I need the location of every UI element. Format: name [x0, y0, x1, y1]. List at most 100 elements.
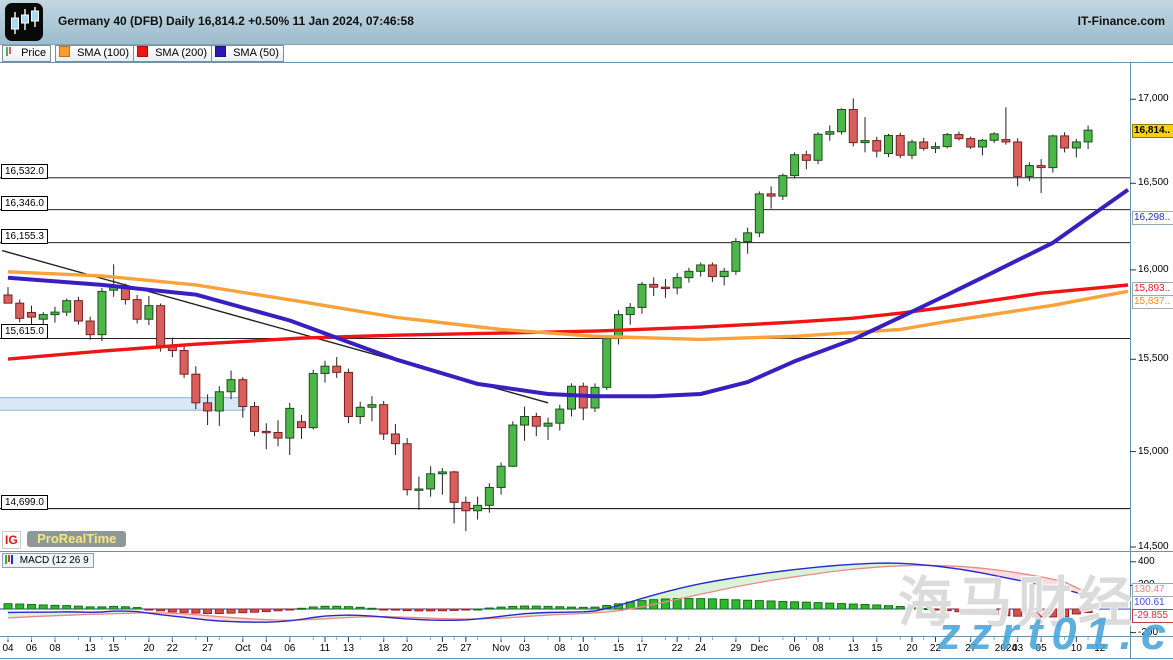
candle-body — [1084, 130, 1092, 142]
legend-sma50-button[interactable]: SMA (50) — [211, 45, 284, 62]
candle-body — [1014, 142, 1022, 177]
prorealtime-logo-text: ProRealTime — [27, 531, 126, 547]
date-tick-label: 25 — [437, 643, 448, 654]
date-tick-label: 06 — [284, 643, 295, 654]
price-tick-label: 16,000 — [1138, 264, 1169, 275]
date-tick-label: 13 — [85, 643, 96, 654]
prorealtime-chart-window: Germany 40 (DFB) Daily 16,814.2 +0.50% 1… — [0, 0, 1173, 660]
date-tick-label: 11 — [320, 643, 330, 654]
candle-body — [98, 291, 106, 334]
legend-price-button[interactable]: Price — [2, 45, 51, 62]
candle-body — [4, 295, 12, 303]
date-tick-label: Nov — [492, 643, 510, 654]
chart-title: Germany 40 (DFB) Daily 16,814.2 +0.50% 1… — [58, 14, 414, 28]
candle-body — [544, 423, 552, 426]
legend-sma100-label: SMA (100) — [77, 47, 129, 59]
candle-body — [955, 135, 963, 139]
candle-body — [873, 141, 881, 151]
macd-histogram-bar — [427, 609, 435, 611]
macd-histogram-bar — [485, 608, 493, 609]
candle-body — [133, 300, 141, 320]
candle-body — [943, 135, 951, 147]
candles-layer — [4, 98, 1092, 531]
header: Germany 40 (DFB) Daily 16,814.2 +0.50% 1… — [0, 0, 1173, 45]
price-tick-label: 15,500 — [1138, 353, 1169, 364]
date-tick-label: 15 — [871, 643, 882, 654]
macd-histogram-bar — [826, 603, 834, 609]
candle-body — [1025, 166, 1033, 177]
macd-histogram-bar — [591, 607, 599, 609]
date-tick-label: Oct — [235, 643, 251, 654]
candle-body — [638, 284, 646, 307]
macd-histogram-bar — [74, 606, 82, 609]
date-tick-label: 08 — [812, 643, 823, 654]
macd-histogram-bar — [262, 609, 270, 612]
candle-body — [51, 312, 59, 315]
macd-histogram-bar — [802, 602, 810, 609]
macd-label-text: MACD (12 26 9 — [20, 555, 89, 566]
macd-histogram-bar — [415, 609, 423, 611]
macd-histogram-bar — [767, 601, 775, 609]
macd-histogram-bar — [438, 609, 446, 611]
price-tick-label: 17,000 — [1138, 93, 1169, 104]
macd-histogram-bar — [274, 609, 282, 611]
sma50-color-icon — [215, 46, 226, 57]
candle-body — [1049, 136, 1057, 168]
app-logo-icon[interactable] — [5, 3, 43, 41]
macd-histogram-bar — [861, 605, 869, 609]
date-tick-label: 20 — [143, 643, 154, 654]
candle-body — [967, 139, 975, 147]
date-tick-label: 06 — [789, 643, 800, 654]
macd-tick-label: 400 — [1138, 556, 1155, 567]
legend-sma50-label: SMA (50) — [233, 47, 279, 59]
candle-body — [274, 432, 282, 438]
macd-histogram-bar — [251, 609, 259, 612]
candle-body — [215, 392, 223, 411]
candle-body — [1061, 136, 1069, 148]
legend-sma200-button[interactable]: SMA (200) — [133, 45, 212, 62]
candle-body — [732, 242, 740, 272]
macd-histogram-bar — [497, 607, 505, 609]
price-badge: 16,298.. — [1132, 211, 1173, 225]
candle-body — [462, 502, 470, 510]
macd-badge: 130.47 — [1132, 583, 1173, 597]
macd-histogram-bar — [873, 605, 881, 609]
macd-histogram-bar — [215, 609, 223, 613]
candle-body — [344, 372, 352, 416]
candle-body — [391, 434, 399, 444]
macd-histogram-bar — [86, 607, 94, 609]
macd-histogram-bar — [532, 606, 540, 609]
macd-indicator-label[interactable]: MACD (12 26 9 — [2, 553, 94, 568]
candle-body — [661, 287, 669, 288]
macd-histogram-bar — [685, 598, 693, 609]
legend-sma200-label: SMA (200) — [155, 47, 207, 59]
candle-body — [474, 505, 482, 510]
candle-body — [556, 409, 564, 423]
candle-body — [227, 380, 235, 392]
date-tick-label: 03 — [519, 643, 530, 654]
date-tick-label: 15 — [108, 643, 119, 654]
candle-body — [814, 134, 822, 160]
macd-histogram-bar — [450, 609, 458, 610]
date-tick-label: 13 — [343, 643, 354, 654]
legend-sma100-button[interactable]: SMA (100) — [55, 45, 134, 62]
price-badge: 15,893.. — [1132, 282, 1173, 296]
candle-body — [16, 303, 24, 318]
candle-body — [39, 315, 47, 320]
sma50-line — [8, 190, 1128, 396]
candle-body — [192, 374, 200, 403]
candle-body — [1002, 140, 1010, 142]
candle-body — [826, 132, 834, 135]
macd-histogram-bar — [16, 604, 24, 609]
macd-histogram-bar — [708, 599, 716, 609]
candle-body — [485, 487, 493, 505]
candle-body — [908, 142, 916, 155]
candle-body — [673, 278, 681, 288]
candle-body — [239, 380, 247, 407]
macd-histogram-bar — [39, 605, 47, 609]
candle-body — [849, 110, 857, 143]
prorealtime-logo[interactable]: IG ProRealTime — [2, 531, 126, 549]
date-tick-label: 15 — [613, 643, 624, 654]
candle-body — [298, 422, 306, 428]
macd-histogram-bar — [838, 604, 846, 609]
